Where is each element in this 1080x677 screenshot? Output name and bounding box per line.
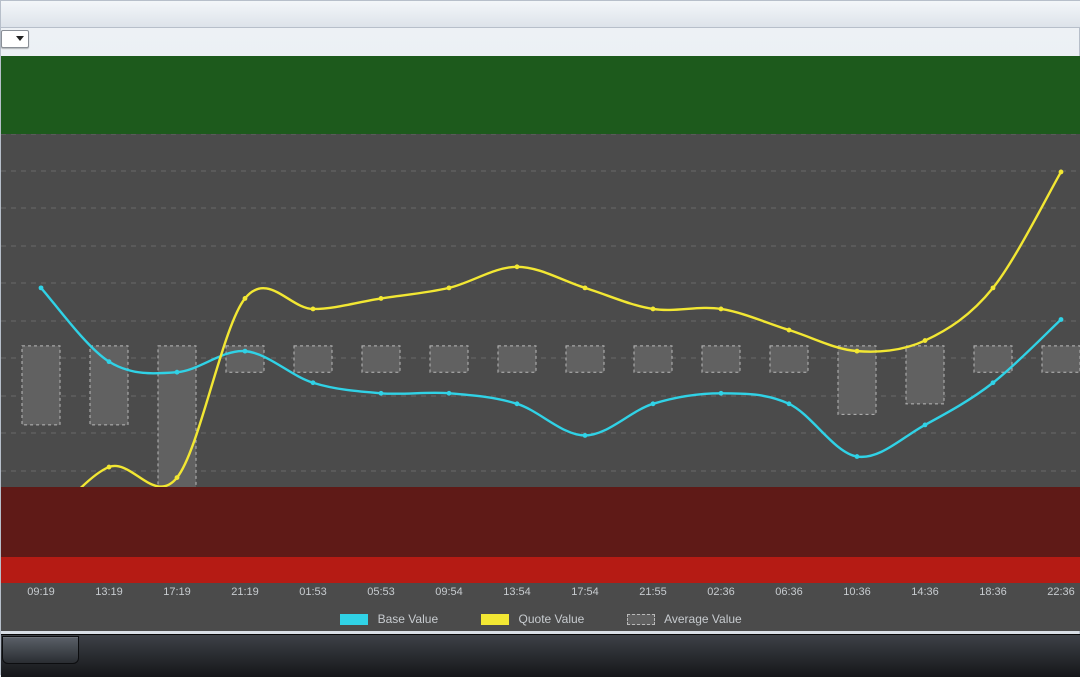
legend-item-avg[interactable]: Average Value [627, 612, 741, 626]
x-tick-label: 14:36 [911, 586, 939, 598]
x-tick-label: 17:54 [571, 586, 599, 598]
x-tick-label: 21:55 [639, 586, 667, 598]
chart-panel: 09:19 13:19 17:19 21:19 01:53 05:53 09:54 13:54… [1, 56, 1080, 631]
legend-swatch-avg [627, 614, 655, 625]
x-tick-label: 13:19 [95, 586, 123, 598]
average-value-boxes [22, 346, 1080, 488]
x-tick-label: 13:54 [503, 586, 531, 598]
legend-item-base[interactable]: Base Value [340, 612, 438, 626]
chart-plot[interactable] [1, 56, 1080, 583]
x-tick-label: 21:19 [231, 586, 259, 598]
legend: Base Value Quote Value Average Value [1, 612, 1080, 626]
x-tick-label: 02:36 [707, 586, 735, 598]
legend-label-base: Base Value [378, 612, 439, 626]
legend-label-quote: Quote Value [519, 612, 585, 626]
window-frame: 09:19 13:19 17:19 21:19 01:53 05:53 09:54 13:54… [0, 0, 1080, 675]
x-tick-label: 06:36 [775, 586, 803, 598]
x-tick-label: 05:53 [367, 586, 395, 598]
legend-label-avg: Average Value [664, 612, 742, 626]
x-tick-label: 18:36 [979, 586, 1007, 598]
series-dropdown[interactable] [1, 30, 29, 48]
x-tick-label: 10:36 [843, 586, 871, 598]
legend-swatch-base [340, 614, 368, 625]
x-tick-label: 17:19 [163, 586, 191, 598]
x-tick-label: 09:19 [27, 586, 55, 598]
legend-item-quote[interactable]: Quote Value [481, 612, 584, 626]
window-titlebar [1, 1, 1080, 28]
x-tick-label: 01:53 [299, 586, 327, 598]
x-tick-label: 09:54 [435, 586, 463, 598]
upper-threshold-band [1, 56, 1080, 134]
window-footer [1, 634, 1080, 677]
lower-threshold-band [1, 487, 1080, 557]
footer-tab[interactable] [2, 636, 79, 664]
x-tick-label: 22:36 [1047, 586, 1075, 598]
legend-swatch-quote [481, 614, 509, 625]
x-axis-labels: 09:19 13:19 17:19 21:19 01:53 05:53 09:54 13:54… [1, 586, 1080, 608]
lower-threshold-strip [1, 557, 1080, 583]
